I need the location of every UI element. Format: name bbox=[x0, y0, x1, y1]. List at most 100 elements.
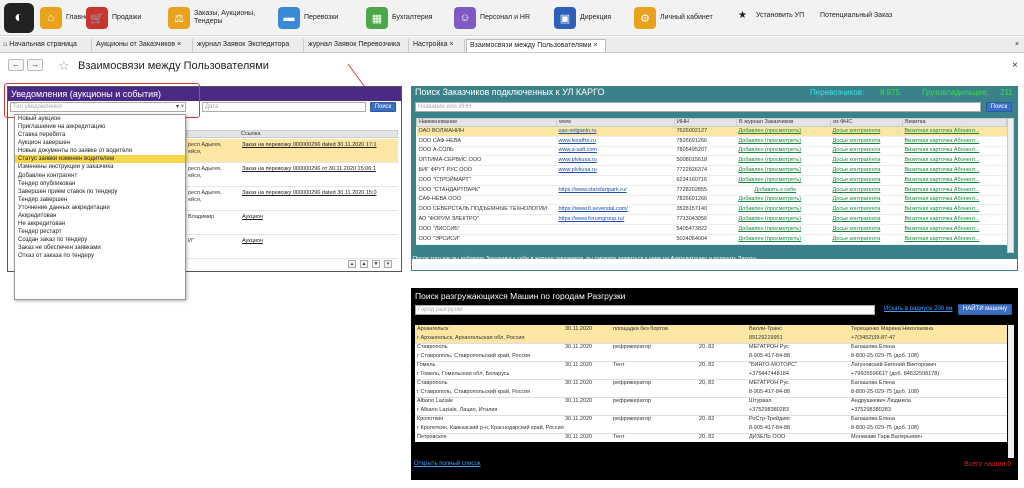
truck-row[interactable]: Ставрополь 30.11.2020 рефрижератор 20, 82 МЕ… bbox=[415, 343, 1007, 352]
close-icon[interactable]: × bbox=[1012, 39, 1024, 52]
tab-home[interactable]: ⌂ Начальная страница bbox=[0, 39, 92, 52]
customer-row[interactable]: ООО "СТАНДАРТПАРК" https://www.standartpa… bbox=[416, 185, 1007, 196]
customer-search-button[interactable]: Поиск bbox=[986, 102, 1012, 112]
customer-cell-fns[interactable]: Досье контрагента bbox=[831, 156, 903, 166]
customer-cell-card[interactable]: Визитная карточка Абонент... bbox=[903, 146, 1007, 156]
customer-cell-journal[interactable]: Добавлен (просмотреть) bbox=[737, 234, 831, 244]
truck-row-detail[interactable]: г Архангельск, Архангельская обл, Россия… bbox=[415, 334, 1007, 343]
customer-cell-www[interactable]: https://www.lt.severstal.com/ bbox=[557, 205, 675, 215]
notification-link[interactable]: Аукцион bbox=[242, 238, 396, 245]
section-home[interactable]: ⌂ Главное bbox=[40, 3, 93, 33]
customer-cell-journal[interactable]: Добавлен (просмотреть) bbox=[737, 127, 831, 137]
scroll-bottom-icon[interactable]: ▾ bbox=[384, 260, 392, 268]
customer-row[interactable]: ОАО ВОЛЖАНИН oao-volganin.ru 7626002127 Доб… bbox=[416, 126, 1007, 137]
customer-cell-journal[interactable]: Добавлен (просмотреть) bbox=[737, 175, 831, 185]
customer-cell-www[interactable]: www.a-salt.com bbox=[557, 146, 675, 156]
potential-order-link[interactable]: Потенциальный Заказ bbox=[820, 12, 892, 19]
dropdown-option[interactable]: Новые документы по заявке от водителя bbox=[15, 147, 185, 155]
customer-cell-fns[interactable]: Досье контрагента bbox=[831, 146, 903, 156]
section-personnel[interactable]: ☺ Персонал и HR bbox=[454, 3, 530, 33]
dropdown-option[interactable]: Аукцион завершен bbox=[15, 139, 185, 147]
favorites-star-icon[interactable]: ★ bbox=[738, 10, 747, 21]
notification-link[interactable]: Аукцион bbox=[242, 214, 396, 221]
dropdown-option[interactable]: Аккредитован bbox=[15, 212, 185, 220]
dropdown-option[interactable]: Создан заказ по тендеру bbox=[15, 236, 185, 244]
customer-cell-card[interactable]: Визитная карточка Абонент... bbox=[903, 127, 1007, 137]
customer-cell-www[interactable] bbox=[557, 224, 675, 234]
dropdown-option[interactable]: Добавлен контрагент bbox=[15, 172, 185, 180]
notification-link[interactable]: Заказ на перевозку 000000296 dated 30.11… bbox=[242, 142, 396, 149]
favorite-star-icon[interactable]: ☆ bbox=[58, 58, 70, 74]
customer-cell-www[interactable]: www.lesaffre.ru bbox=[557, 136, 675, 146]
customer-cell-journal[interactable]: Добавлен (просмотреть) bbox=[737, 205, 831, 215]
customer-cell-journal[interactable]: Добавлен (просмотреть) bbox=[737, 166, 831, 176]
section-orders[interactable]: ⚖ Заказы, Аукционы, Тендеры bbox=[168, 3, 264, 33]
customer-cell-www[interactable] bbox=[557, 175, 675, 185]
back-button[interactable]: ← bbox=[8, 59, 24, 71]
customer-cell-www[interactable]: https://www.forumgroup.ru/ bbox=[557, 215, 675, 225]
customer-row[interactable]: ООО А-СОЛЬ www.a-salt.com 7805495207 Добавл… bbox=[416, 146, 1007, 156]
city-input[interactable]: Город разгрузки bbox=[415, 305, 875, 315]
customer-cell-fns[interactable]: Досье контрагента bbox=[831, 215, 903, 225]
customer-cell-card[interactable]: Визитная карточка Абонент... bbox=[903, 175, 1007, 185]
section-sales[interactable]: 🛒 Продажи bbox=[86, 3, 141, 33]
customer-cell-journal[interactable]: Добавить к себе bbox=[737, 185, 831, 195]
notification-link[interactable]: Заказ на перевозку 000000296 от 30.11.20… bbox=[242, 166, 396, 173]
scroll-top-icon[interactable]: ▴ bbox=[348, 260, 356, 268]
section-cabinet[interactable]: ⚙ Личный кабинет bbox=[634, 3, 713, 33]
truck-row[interactable]: Кропоткин 30.11.2020 рефрижератор 20, 82 РоС… bbox=[415, 415, 1007, 424]
dropdown-option[interactable]: Новый аукцион bbox=[15, 115, 185, 123]
customer-cell-card[interactable]: Визитная карточка Абонент... bbox=[903, 195, 1007, 205]
truck-row[interactable]: Гомель 30.11.2020 Тент 20, 82 "БИНГО-МОТОРС"… bbox=[415, 361, 1007, 370]
scroll-up-icon[interactable]: ▲ bbox=[360, 260, 368, 268]
customer-cell-card[interactable]: Визитная карточка Абонент... bbox=[903, 224, 1007, 234]
customer-cell-www[interactable] bbox=[557, 195, 675, 205]
truck-row-detail[interactable]: г Ставрополь, Ставропольский край, Росси… bbox=[415, 352, 1007, 361]
app-logo[interactable]: ◐ bbox=[4, 3, 34, 33]
customer-cell-journal[interactable]: Добавлен (просмотреть) bbox=[737, 195, 831, 205]
truck-row[interactable]: Петровское 30.11.2020 Тент 20, 82 ДИЗЕЛЬ ООО… bbox=[415, 433, 1007, 442]
customer-cell-card[interactable]: Визитная карточка Абонент... bbox=[903, 215, 1007, 225]
customer-row[interactable]: ООО "ЭРСИСИ" 5024054004 Добавлен (просмотр… bbox=[416, 234, 1007, 245]
truck-row[interactable]: Albano Laziale 30.11.2020 рефрижератор Штур… bbox=[415, 397, 1007, 406]
truck-row[interactable]: Архангельск 30.11.2020 площадка без бортов… bbox=[415, 325, 1007, 334]
customer-row[interactable]: ООО САФ-НЕВА www.lesaffre.ru 7826691266 Доб… bbox=[416, 136, 1007, 147]
customer-cell-fns[interactable]: Досье контрагента bbox=[831, 185, 903, 195]
customer-row[interactable]: ООО СЕВЕРСТАЛЬ ПОДЪЕМНЫЕ ТЕХНОЛОГИИ https… bbox=[416, 204, 1007, 215]
customer-cell-www[interactable] bbox=[557, 234, 675, 244]
dropdown-option[interactable]: Не аккредитован bbox=[15, 220, 185, 228]
dropdown-option[interactable]: Изменены инструкции у заказчика bbox=[15, 163, 185, 171]
tab-user-relations[interactable]: Взаимосвязи между Пользователями × bbox=[466, 39, 606, 52]
notification-type-input[interactable]: Тип уведомления bbox=[10, 102, 186, 112]
section-directorate[interactable]: ▣ Дирекция bbox=[554, 3, 611, 33]
customer-cell-card[interactable]: Визитная карточка Абонент... bbox=[903, 205, 1007, 215]
dropdown-option[interactable]: Статус заявки изменен водителем bbox=[15, 155, 185, 164]
dropdown-option[interactable]: Тендер опубликован bbox=[15, 180, 185, 188]
customer-cell-www[interactable]: www.plvkusa.ru bbox=[557, 156, 675, 166]
find-truck-button[interactable]: НАЙТИ машину bbox=[958, 304, 1012, 315]
customer-cell-card[interactable]: Визитная карточка Абонент... bbox=[903, 156, 1007, 166]
customer-cell-journal[interactable]: Добавлен (просмотреть) bbox=[737, 215, 831, 225]
truck-row-detail[interactable]: г Гомель, Гомельская обл, Беларусь +37544… bbox=[415, 370, 1007, 379]
notification-row[interactable]: респ Адыгея, ейся, Заказ на перевозку 0000… bbox=[186, 139, 398, 163]
forward-button[interactable]: → bbox=[27, 59, 43, 71]
customer-cell-fns[interactable]: Досье контрагента bbox=[831, 175, 903, 185]
install-up-link[interactable]: Установить УП bbox=[756, 12, 804, 19]
customer-cell-journal[interactable]: Добавлен (просмотреть) bbox=[737, 224, 831, 234]
scroll-down-icon[interactable]: ▼ bbox=[372, 260, 380, 268]
open-full-list-link[interactable]: Открыть полный список bbox=[414, 461, 480, 467]
dropdown-option[interactable]: Ставка перебита bbox=[15, 131, 185, 139]
notification-row[interactable]: респ Адыгея, ейся, Заказ на перевозку 0000… bbox=[186, 187, 398, 211]
dropdown-arrow-icon[interactable]: ▾ × bbox=[176, 103, 184, 110]
customer-row[interactable]: ОПТИМА-СЕРВИС ООО www.plvkusa.ru 500801561… bbox=[416, 155, 1007, 166]
customer-cell-journal[interactable]: Добавлен (просмотреть) bbox=[737, 156, 831, 166]
customer-cell-fns[interactable]: Досье контрагента bbox=[831, 136, 903, 146]
notification-row[interactable]: Владимир Аукцион bbox=[186, 211, 398, 235]
customer-cell-fns[interactable]: Досье контрагента bbox=[831, 234, 903, 244]
customer-cell-fns[interactable]: Досье контрагента bbox=[831, 224, 903, 234]
close-page-icon[interactable]: × bbox=[1012, 60, 1018, 71]
customer-cell-journal[interactable]: Добавлен (просмотреть) bbox=[737, 146, 831, 156]
date-input[interactable]: Дата bbox=[202, 102, 366, 112]
customer-search-input[interactable]: Название или ИНН bbox=[415, 102, 981, 112]
truck-row-detail[interactable]: г Кропоткин, Кавказский р-н, Краснодарск… bbox=[415, 424, 1007, 433]
